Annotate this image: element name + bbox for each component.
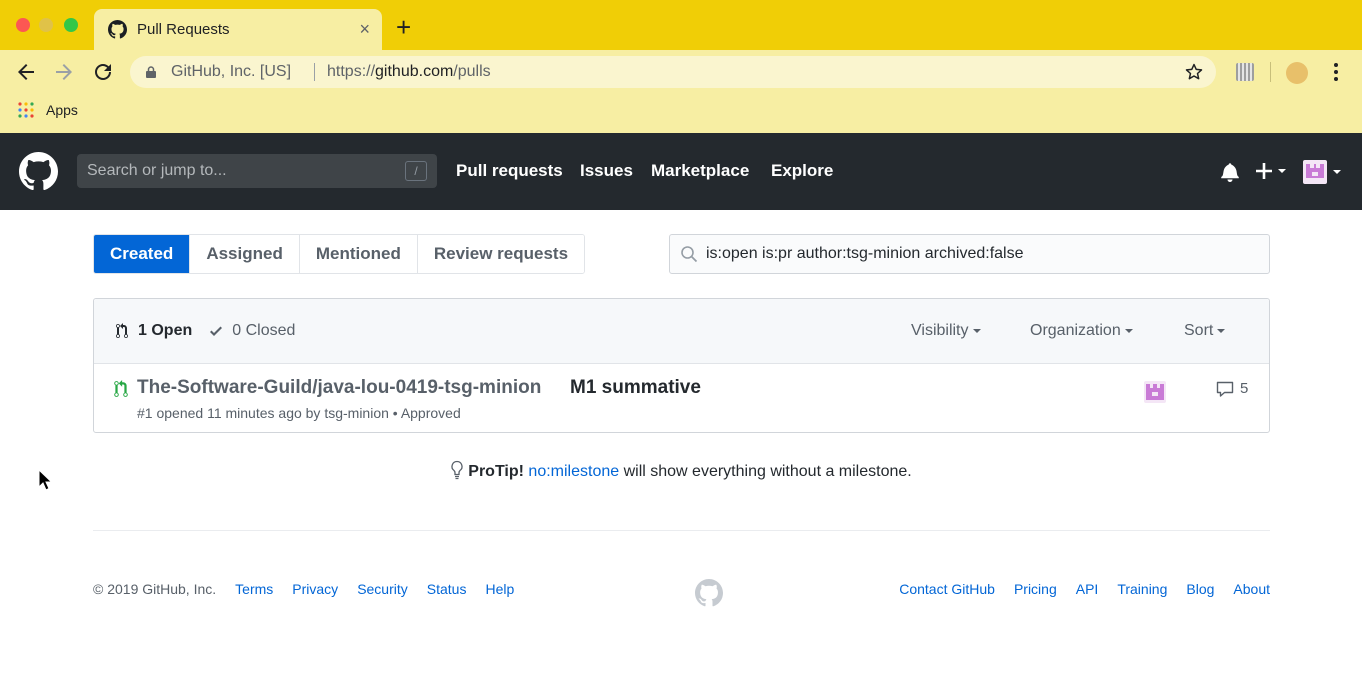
footer-left: © 2019 GitHub, Inc. Terms Privacy Securi… [93,581,514,597]
reviewer-avatar[interactable] [1144,381,1166,403]
visibility-label: Visibility [911,322,969,339]
bookmarks-bar: Apps [0,94,1362,133]
visibility-dropdown[interactable]: Visibility [911,322,981,340]
lock-icon [146,66,156,78]
zoom-window-button[interactable] [64,18,78,32]
more-vert-icon[interactable] [1326,60,1346,84]
url-text[interactable]: https://github.com/pulls [327,63,491,81]
open-filter[interactable]: 1 Open [114,322,192,340]
star-icon[interactable] [1184,62,1204,82]
pull-request-icon [116,323,128,338]
browser-window: Pull Requests × + GitHub, Inc. [US] http… [0,0,1362,692]
pr-list: 1 Open 0 Closed Visibility Organization … [93,298,1270,433]
browser-tab-active[interactable]: Pull Requests × [94,9,382,50]
apps-grid-icon[interactable] [18,102,34,118]
list-item[interactable]: The-Software-Guild/java-lou-0419-tsg-min… [94,364,1269,432]
tab-strip: Pull Requests × + [0,0,1362,50]
nav-explore[interactable]: Explore [771,161,833,181]
tab-close-icon[interactable]: × [359,19,370,39]
divider [1270,62,1271,82]
footer-link-help[interactable]: Help [485,581,514,597]
back-arrow-icon[interactable] [14,60,38,84]
forward-arrow-icon[interactable] [52,60,76,84]
filter-search-input[interactable]: is:open is:pr author:tsg-minion archived… [669,234,1270,274]
address-bar[interactable]: GitHub, Inc. [US] https://github.com/pul… [130,56,1216,88]
closed-filter[interactable]: 0 Closed [208,322,295,340]
avatar[interactable] [1303,160,1345,184]
caret-down-icon [972,328,981,333]
nav-pull-requests[interactable]: Pull requests [456,161,563,181]
search-icon [681,246,698,263]
pr-title-link[interactable]: M1 summative [570,377,701,399]
closed-count: 0 Closed [232,322,296,339]
url-host: github.com [375,63,454,80]
close-window-button[interactable] [16,18,30,32]
protip-label: ProTip! [468,463,524,480]
footer-link-about[interactable]: About [1233,581,1270,597]
mouse-cursor-icon [38,469,52,491]
extension-icon[interactable] [1236,63,1254,81]
search-input[interactable]: Search or jump to... / [77,154,437,188]
footer-link-security[interactable]: Security [357,581,408,597]
github-mark-icon [108,20,127,39]
search-placeholder: Search or jump to... [87,162,227,179]
bookmark-apps[interactable]: Apps [46,102,78,118]
sort-dropdown[interactable]: Sort [1184,322,1226,340]
divider [314,63,315,81]
protip-link[interactable]: no:milestone [528,463,619,480]
filter-query: is:open is:pr author:tsg-minion archived… [706,245,1024,262]
protip-text: will show everything without a milestone… [619,463,912,480]
pull-request-open-icon [114,380,128,397]
footer-link-api[interactable]: API [1076,581,1099,597]
footer-link-contact[interactable]: Contact GitHub [899,581,995,597]
url-scheme: https:// [327,63,376,80]
footer-divider [93,530,1270,531]
nav-issues[interactable]: Issues [580,161,633,181]
copyright: © 2019 GitHub, Inc. [93,581,217,597]
profile-avatar[interactable] [1286,62,1308,84]
organization-label: Organization [1030,322,1121,339]
minimize-window-button[interactable] [39,18,53,32]
lightbulb-icon [451,460,463,480]
protip: ProTip! no:milestone will show everythin… [0,460,1362,481]
comments-link[interactable]: 5 [1216,380,1248,397]
tab-assigned[interactable]: Assigned [189,235,299,273]
check-icon [210,326,223,336]
search-shortcut-key: / [405,161,427,181]
bell-icon[interactable] [1220,162,1240,182]
reload-icon[interactable] [91,60,115,84]
pr-repo-link[interactable]: The-Software-Guild/java-lou-0419-tsg-min… [137,377,541,399]
footer-link-training[interactable]: Training [1117,581,1167,597]
tab-title: Pull Requests [137,21,230,38]
footer-link-privacy[interactable]: Privacy [292,581,338,597]
footer-link-blog[interactable]: Blog [1186,581,1214,597]
github-mark-icon[interactable] [19,152,58,191]
sort-label: Sort [1184,322,1214,339]
footer-link-pricing[interactable]: Pricing [1014,581,1057,597]
pr-list-header: 1 Open 0 Closed Visibility Organization … [94,299,1269,364]
footer-link-terms[interactable]: Terms [235,581,273,597]
browser-toolbar: GitHub, Inc. [US] https://github.com/pul… [0,50,1362,94]
pr-meta: #1 opened 11 minutes ago by tsg-minion •… [137,405,461,421]
nav-marketplace[interactable]: Marketplace [651,161,749,181]
site-identity[interactable]: GitHub, Inc. [US] [171,63,291,81]
tab-review-requests[interactable]: Review requests [416,235,585,273]
state-toggles: 1 Open 0 Closed [114,322,295,340]
github-header: Search or jump to... / Pull requests Iss… [0,133,1362,210]
caret-down-icon [1124,328,1133,333]
tab-created[interactable]: Created [94,235,190,273]
open-count: 1 Open [138,322,193,339]
organization-dropdown[interactable]: Organization [1030,322,1133,340]
github-mark-icon[interactable] [695,579,723,607]
footer-link-status[interactable]: Status [427,581,467,597]
caret-down-icon [1217,328,1226,333]
tab-mentioned[interactable]: Mentioned [298,235,417,273]
pr-filter-tabs: Created Assigned Mentioned Review reques… [93,234,586,274]
new-tab-button[interactable]: + [396,14,411,40]
comment-icon [1216,381,1234,397]
comment-count: 5 [1240,380,1249,397]
footer-right: Contact GitHub Pricing API Training Blog… [899,581,1270,597]
url-path: /pulls [453,63,491,80]
plus-icon[interactable] [1256,160,1288,182]
